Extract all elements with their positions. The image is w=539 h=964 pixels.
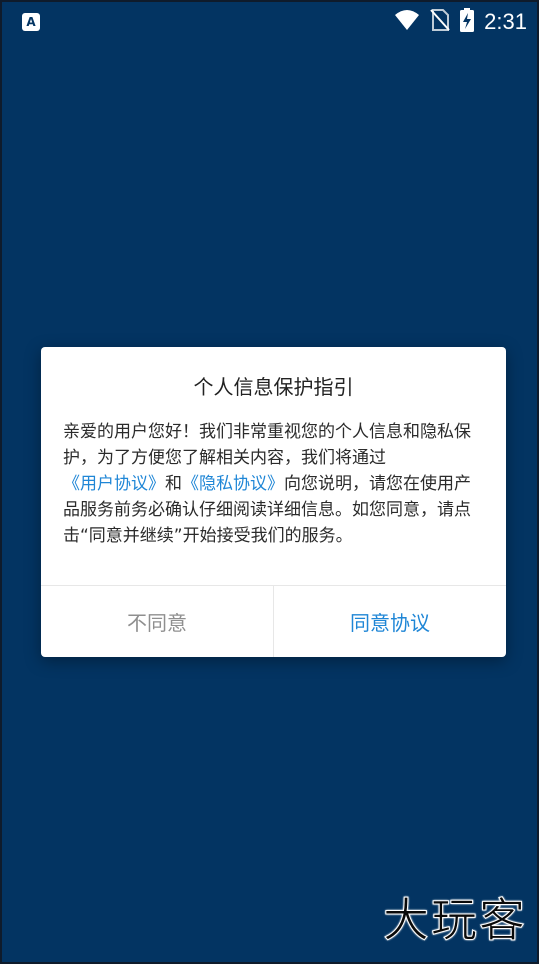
user-agreement-link[interactable]: 《用户协议》: [63, 474, 165, 494]
body-text-and: 和: [165, 474, 182, 494]
privacy-agreement-link[interactable]: 《隐私协议》: [182, 474, 284, 494]
clock-time: 2:31: [484, 9, 527, 34]
decline-button[interactable]: 不同意: [41, 586, 273, 657]
body-text-part1: 亲爱的用户您好！我们非常重视您的个人信息和隐私保护，为了方便您了解相关内容，我们…: [63, 422, 471, 468]
no-sim-icon: [430, 8, 450, 36]
dialog-body: 亲爱的用户您好！我们非常重视您的个人信息和隐私保护，为了方便您了解相关内容，我们…: [63, 419, 487, 549]
watermark-logo: 大玩客: [383, 893, 527, 948]
dialog-title: 个人信息保护指引: [193, 375, 354, 399]
status-bar: A 2:31: [2, 2, 537, 42]
status-icons: 2:31: [394, 8, 527, 36]
accept-button[interactable]: 同意协议: [274, 586, 506, 657]
privacy-dialog: 个人信息保护指引 亲爱的用户您好！我们非常重视您的个人信息和隐私保护，为了方便您…: [41, 347, 506, 657]
app-screen: A 2:31 个人信息保护指引 亲爱的用户您好！我们非常重视您的个人信息和隐私保…: [0, 0, 539, 964]
app-notification-icon: A: [22, 13, 40, 31]
wifi-icon: [394, 9, 420, 35]
battery-charging-icon: [460, 8, 475, 36]
